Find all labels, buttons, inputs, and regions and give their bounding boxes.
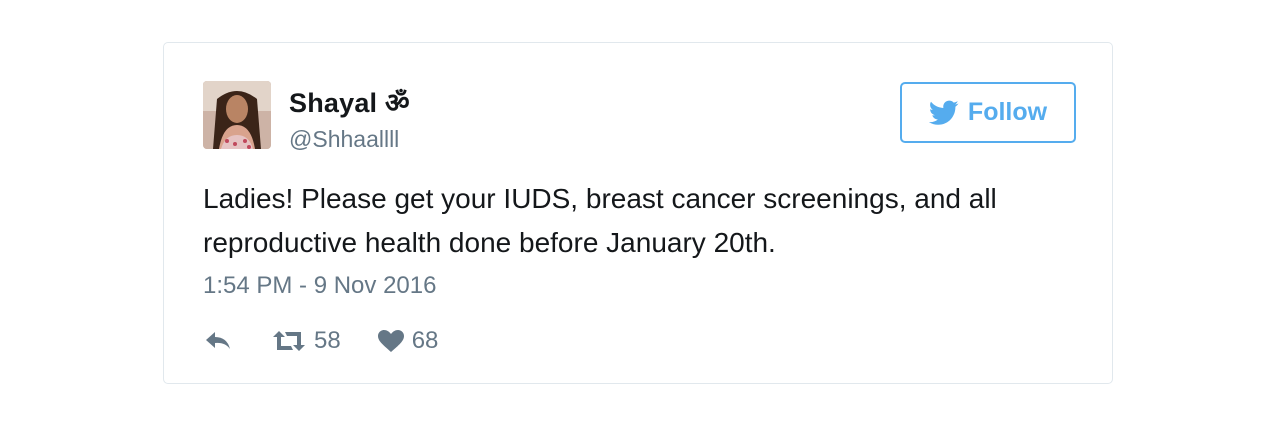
follow-button[interactable]: Follow <box>900 82 1076 143</box>
display-name[interactable]: Shayal ॐ <box>289 83 410 120</box>
heart-icon <box>377 330 404 352</box>
tweet-card: Shayal ॐ @Shhaallll Follow Ladies! Pleas… <box>163 42 1113 384</box>
follow-label: Follow <box>967 98 1048 126</box>
retweet-count: 58 <box>314 327 341 354</box>
tweet-actions: 58 68 <box>203 325 438 357</box>
reply-icon <box>206 332 230 349</box>
like-count: 68 <box>411 327 439 354</box>
tweet-timestamp[interactable]: 1:54 PM - 9 Nov 2016 <box>203 272 436 300</box>
reply-button[interactable] <box>203 329 233 353</box>
like-button[interactable]: 68 <box>377 327 439 355</box>
tweet-text: Ladies! Please get your IUDS, breast can… <box>203 183 997 258</box>
user-handle[interactable]: @Shhaallll <box>289 126 399 153</box>
twitter-bird-icon <box>928 100 959 125</box>
retweet-button[interactable]: 58 <box>271 327 341 355</box>
avatar-photo <box>203 81 271 149</box>
retweet-icon <box>273 331 305 351</box>
avatar[interactable] <box>203 81 271 149</box>
